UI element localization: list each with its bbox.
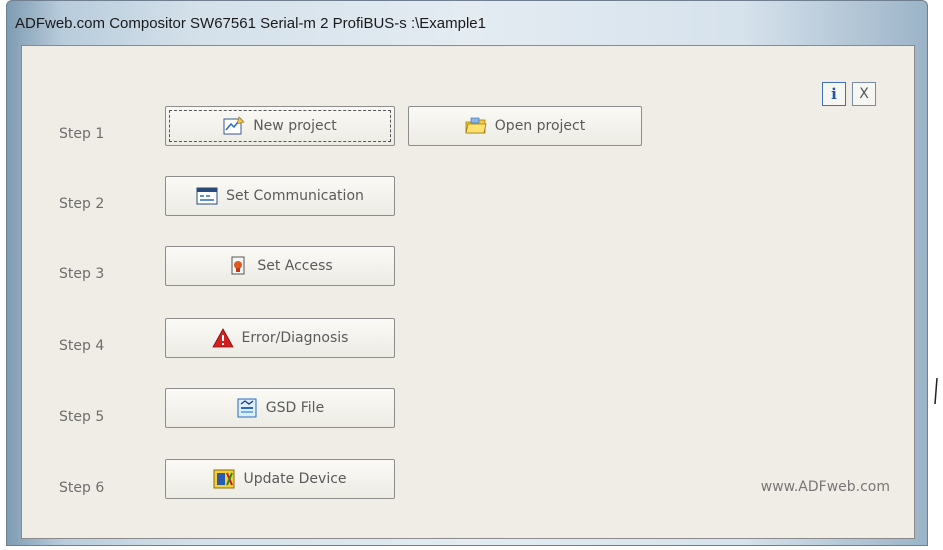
warning-icon	[211, 328, 234, 348]
step-1-label: Step 1	[59, 126, 105, 142]
close-button[interactable]: X	[852, 82, 876, 106]
step-6-label: Step 6	[59, 480, 105, 496]
communication-icon	[196, 187, 218, 205]
step-2-label: Step 2	[59, 196, 105, 212]
gsd-file-icon	[237, 398, 257, 418]
update-device-label: Update Device	[243, 471, 347, 487]
set-communication-button[interactable]: Set Communication	[165, 176, 395, 216]
info-button[interactable]: i	[822, 82, 846, 106]
folder-icon	[465, 117, 487, 134]
update-device-icon	[213, 469, 235, 489]
main-panel: i X Step 1 New project Open project Step…	[21, 45, 915, 539]
close-icon: X	[859, 86, 869, 102]
gsd-file-label: GSD File	[265, 400, 325, 416]
info-icon: i	[831, 85, 837, 103]
step-3-label: Step 3	[59, 266, 105, 282]
open-project-button[interactable]: Open project	[408, 106, 642, 146]
set-communication-label: Set Communication	[226, 188, 364, 204]
edge-mark	[934, 377, 938, 405]
website-link[interactable]: www.ADFweb.com	[761, 479, 890, 495]
access-icon	[231, 256, 245, 275]
new-project-label: New project	[253, 118, 337, 134]
set-access-button[interactable]: Set Access	[165, 246, 395, 286]
title-bar[interactable]: ADFweb.com Compositor SW67561 Serial-m 2…	[7, 1, 927, 45]
error-diagnosis-button[interactable]: Error/Diagnosis	[165, 318, 395, 358]
gsd-file-button[interactable]: GSD File	[165, 388, 395, 428]
open-project-label: Open project	[494, 118, 586, 134]
new-project-button[interactable]: New project	[165, 106, 395, 146]
app-window: ADFweb.com Compositor SW67561 Serial-m 2…	[6, 0, 928, 546]
set-access-label: Set Access	[257, 258, 333, 274]
error-diagnosis-label: Error/Diagnosis	[241, 330, 349, 346]
new-project-icon	[223, 116, 245, 135]
step-4-label: Step 4	[59, 338, 105, 354]
window-title: ADFweb.com Compositor SW67561 Serial-m 2…	[15, 15, 486, 32]
update-device-button[interactable]: Update Device	[165, 459, 395, 499]
step-5-label: Step 5	[59, 409, 105, 425]
